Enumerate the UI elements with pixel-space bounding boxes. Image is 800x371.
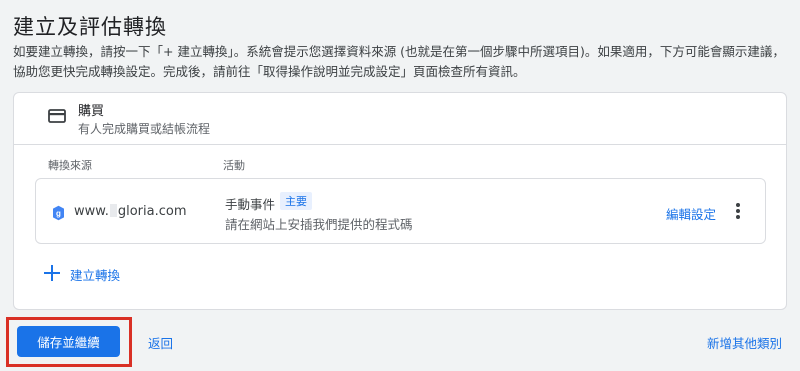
action-subtitle: 請在網站上安插我們提供的程式碼	[225, 217, 413, 232]
goal-subtitle: 有人完成購買或結帳流程	[78, 122, 211, 136]
save-and-continue-button[interactable]: 儲存並繼續	[17, 326, 120, 357]
more-options-icon[interactable]	[731, 201, 745, 221]
primary-badge: 主要	[280, 192, 312, 210]
edit-settings-link[interactable]: 編輯設定	[666, 204, 716, 223]
credit-card-icon	[48, 109, 66, 123]
svg-text:g: g	[56, 209, 61, 218]
add-category-button[interactable]: 新增其他類別	[707, 333, 782, 352]
table-row: g www. gloria.com 手動事件 主要 請在網站上安插我們提供的程式碼…	[35, 178, 766, 244]
plus-icon	[44, 265, 60, 281]
column-header-action: 活動	[223, 159, 245, 172]
google-tag-icon: g	[53, 205, 64, 221]
redacted-text	[109, 204, 117, 217]
back-button[interactable]: 返回	[148, 333, 173, 352]
create-conversion-label: 建立轉換	[70, 268, 121, 283]
goal-header: 購買 有人完成購買或結帳流程	[14, 93, 786, 145]
page-title: 建立及評估轉換	[13, 15, 167, 39]
column-header-source: 轉換來源	[48, 159, 92, 172]
conversion-card: 購買 有人完成購買或結帳流程 轉換來源 活動 g www. gloria.com …	[13, 92, 787, 310]
page-description: 如要建立轉換，請按一下「+ 建立轉換」。系統會提示您選擇資料來源 (也就是在第一…	[13, 44, 785, 79]
goal-title: 購買	[78, 104, 105, 119]
action-title: 手動事件	[225, 197, 276, 212]
source-domain: www. gloria.com	[74, 204, 187, 219]
